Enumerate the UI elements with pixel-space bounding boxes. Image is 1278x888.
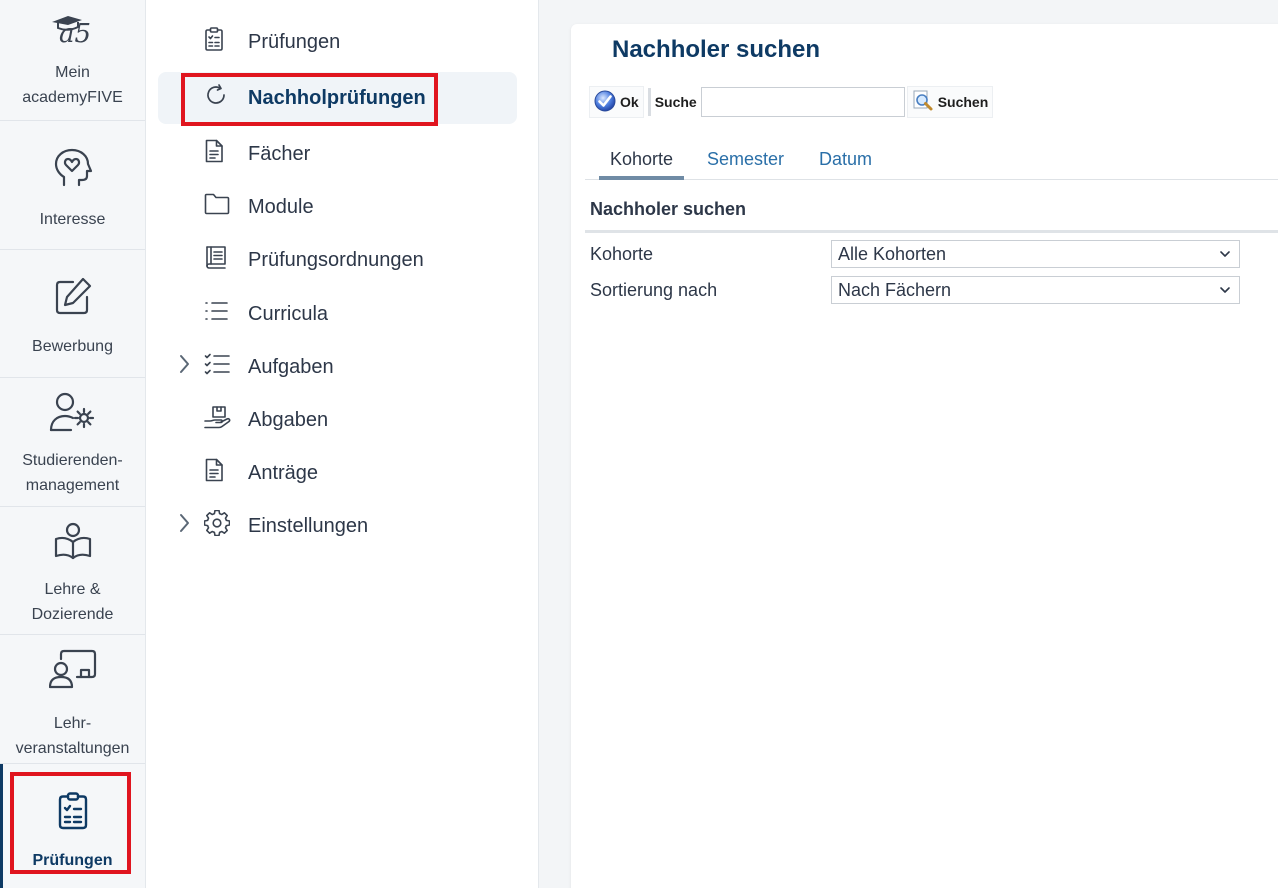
- subnav-item-module[interactable]: Module: [158, 181, 517, 233]
- form-row-sortierung: Sortierung nach Nach Fächern: [590, 276, 1250, 304]
- sortierung-select[interactable]: Nach Fächern: [831, 276, 1240, 304]
- subnav-item-label: Curricula: [248, 302, 329, 325]
- presentation-icon: [48, 649, 97, 697]
- kohorte-select-value: Alle Kohorten: [838, 243, 947, 264]
- tab-datum[interactable]: Datum: [809, 144, 882, 180]
- rail-item-label: Prüfungen: [32, 852, 113, 869]
- magnifier-icon: [912, 90, 934, 115]
- ok-button-label: Ok: [620, 94, 639, 110]
- subnav-item-label: Abgaben: [248, 408, 329, 431]
- rail-item-label: Lehre &: [44, 581, 101, 598]
- form-row-kohorte: Kohorte Alle Kohorten: [590, 240, 1250, 268]
- a5-logo-icon: a5: [48, 8, 98, 52]
- rail-item-label: Bewerbung: [32, 338, 113, 355]
- subnav-item-abgaben[interactable]: Abgaben: [158, 394, 517, 446]
- subnav-item-einstellungen[interactable]: Einstellungen: [158, 500, 517, 552]
- tab-kohorte[interactable]: Kohorte: [599, 144, 684, 180]
- checkmark-icon: [594, 90, 616, 115]
- head-heart-icon: [53, 147, 93, 195]
- chevron-right-icon[interactable]: [178, 354, 190, 380]
- toolbar-separator: [647, 88, 651, 116]
- user-gear-icon: [49, 392, 97, 440]
- list-icon: [204, 301, 228, 327]
- subnav-item-label: Module: [248, 195, 314, 218]
- subnav-item-label: Prüfungsordnungen: [248, 248, 424, 271]
- rail-item-label: Mein: [55, 64, 90, 81]
- subnav-item-nachholpruefungen[interactable]: Nachholprüfungen: [158, 72, 517, 124]
- edit-icon: [53, 276, 93, 324]
- sub-navigation: Prüfungen Nachholprüfungen Fächer Module: [146, 0, 539, 888]
- rail-item-label: Dozierende: [31, 606, 114, 623]
- sortierung-select-value: Nach Fächern: [838, 279, 952, 300]
- page-title: Nachholer suchen: [612, 36, 821, 63]
- rail-item-lehre-dozierende[interactable]: Lehre & Dozierende: [0, 507, 145, 635]
- kohorte-select[interactable]: Alle Kohorten: [831, 240, 1240, 268]
- hand-box-icon: [204, 405, 232, 435]
- rail-item-studierendenmanagement[interactable]: Studierenden- management: [0, 378, 145, 507]
- subnav-item-label: Prüfungen: [248, 30, 341, 53]
- rail-item-label: management: [25, 477, 120, 494]
- ok-button[interactable]: Ok: [589, 86, 644, 118]
- clipboard-icon: [204, 27, 224, 57]
- content-card: Nachholer suchen Ok Suche Suchen Kohorte…: [571, 24, 1278, 888]
- gear-icon: [203, 509, 231, 542]
- document-icon: [204, 458, 224, 488]
- sortierung-label: Sortierung nach: [590, 279, 718, 300]
- clipboard-check-icon: [57, 792, 89, 838]
- main-content: Nachholer suchen Ok Suche Suchen Kohorte…: [539, 0, 1278, 888]
- reader-icon: [53, 521, 93, 569]
- folder-icon: [204, 193, 230, 221]
- tab-semester[interactable]: Semester: [697, 144, 794, 180]
- rail-item-label: veranstaltungen: [15, 740, 130, 757]
- search-button-label: Suchen: [937, 94, 989, 110]
- subnav-item-curricula[interactable]: Curricula: [158, 288, 517, 340]
- rail-item-pruefungen[interactable]: Prüfungen: [0, 764, 145, 888]
- main-navigation-rail: a5 Mein academyFIVE Interesse Bewerbung: [0, 0, 146, 888]
- rail-item-label: Interesse: [39, 211, 106, 228]
- chevron-down-icon: [1219, 250, 1231, 258]
- rail-item-mein-academyfive[interactable]: a5 Mein academyFIVE: [0, 0, 145, 121]
- search-label: Suche: [654, 94, 697, 110]
- refresh-icon: [204, 83, 228, 113]
- subnav-item-label: Fächer: [248, 142, 311, 165]
- subnav-item-label: Aufgaben: [248, 355, 334, 378]
- kohorte-label: Kohorte: [590, 243, 654, 264]
- subnav-item-label: Anträge: [248, 461, 319, 484]
- subnav-item-pruefungen[interactable]: Prüfungen: [158, 16, 517, 68]
- rail-item-interesse[interactable]: Interesse: [0, 121, 145, 250]
- rail-item-label: Lehr-: [53, 715, 92, 732]
- rail-item-label: academyFIVE: [22, 89, 123, 106]
- section-title: Nachholer suchen: [590, 199, 747, 219]
- subnav-item-faecher[interactable]: Fächer: [158, 128, 517, 180]
- book-icon: [204, 245, 228, 275]
- search-toolbar: Ok Suche Suchen: [589, 86, 994, 118]
- checklist-icon: [204, 353, 230, 381]
- rail-item-bewerbung[interactable]: Bewerbung: [0, 250, 145, 378]
- svg-text:a5: a5: [59, 19, 91, 44]
- subnav-item-label: Nachholprüfungen: [248, 86, 426, 109]
- section-divider: [585, 230, 1278, 233]
- chevron-down-icon: [1219, 286, 1231, 294]
- chevron-right-icon[interactable]: [178, 513, 190, 539]
- subnav-item-pruefungsordnungen[interactable]: Prüfungsordnungen: [158, 234, 517, 286]
- search-button[interactable]: Suchen: [906, 86, 994, 118]
- document-icon: [204, 139, 224, 169]
- subnav-item-label: Einstellungen: [248, 514, 369, 537]
- tab-bar: Kohorte Semester Datum: [585, 144, 1278, 180]
- search-input[interactable]: [700, 87, 905, 117]
- subnav-item-antraege[interactable]: Anträge: [158, 447, 517, 499]
- rail-item-label: Studierenden-: [22, 452, 123, 469]
- rail-item-lehrveranstaltungen[interactable]: Lehr- veranstaltungen: [0, 635, 145, 764]
- subnav-item-aufgaben[interactable]: Aufgaben: [158, 341, 517, 393]
